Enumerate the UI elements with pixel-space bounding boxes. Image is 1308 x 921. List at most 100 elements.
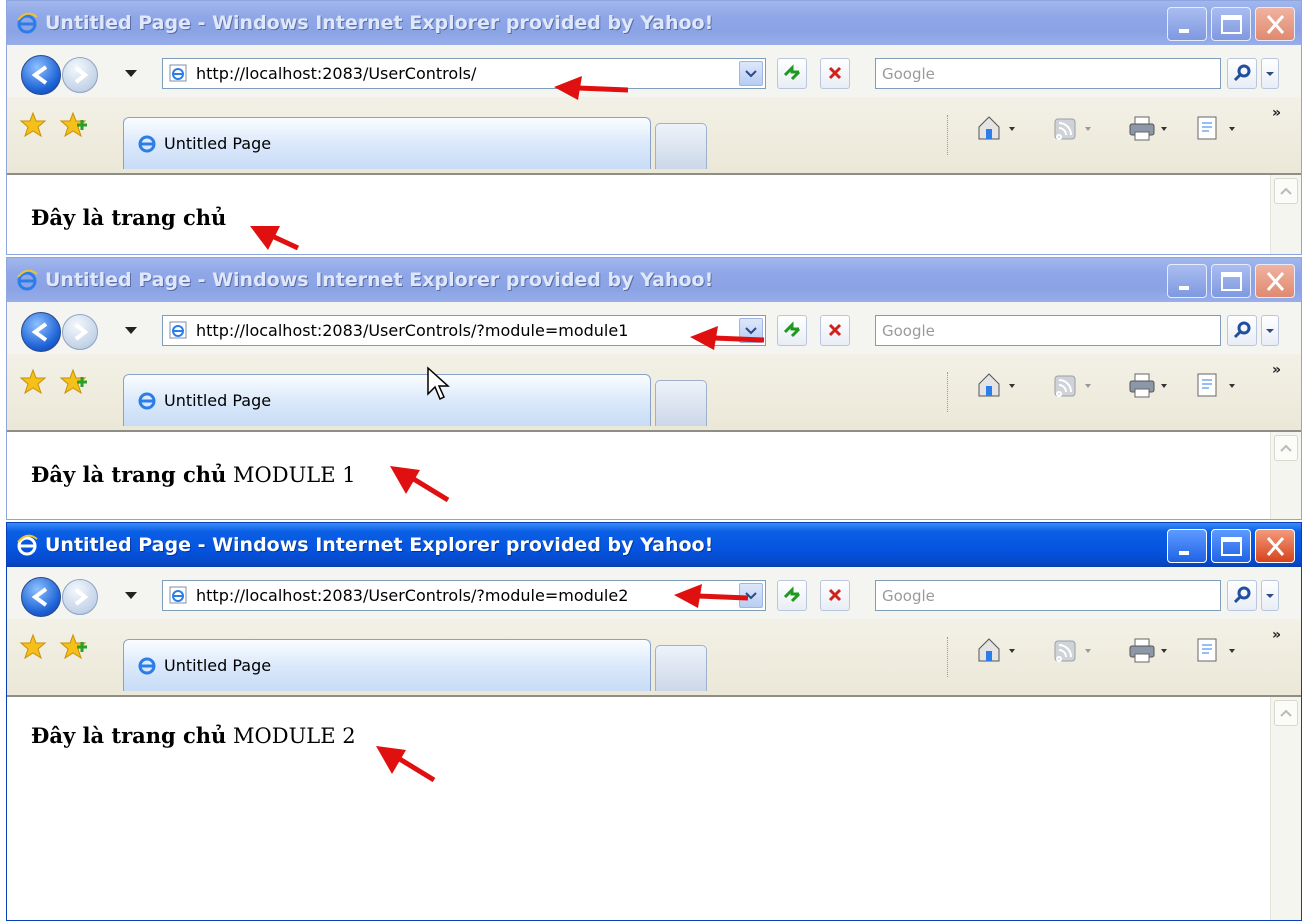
maximize-button[interactable]	[1211, 7, 1251, 41]
minimize-button[interactable]	[1167, 7, 1207, 41]
back-button[interactable]	[21, 55, 61, 95]
page-menu-icon[interactable]	[1193, 113, 1241, 143]
search-icon	[1233, 586, 1251, 604]
navigation-bar: http://localhost:2083/UserControls/?modu…	[7, 567, 1301, 620]
search-options-button[interactable]	[1261, 580, 1279, 611]
maximize-button[interactable]	[1211, 264, 1251, 298]
feeds-icon[interactable]	[1051, 370, 1095, 400]
page-module-text: MODULE 1	[233, 463, 356, 487]
favorites-star-icon[interactable]	[19, 111, 47, 139]
close-button[interactable]	[1255, 529, 1295, 563]
close-button[interactable]	[1255, 7, 1295, 41]
maximize-icon	[1221, 15, 1242, 34]
page-menu-icon[interactable]	[1193, 370, 1241, 400]
page-module-text: MODULE 2	[233, 724, 356, 748]
recent-pages-dropdown[interactable]	[125, 327, 137, 334]
stop-icon	[828, 323, 842, 337]
maximize-button[interactable]	[1211, 529, 1251, 563]
vertical-scrollbar[interactable]	[1270, 432, 1301, 519]
minimize-button[interactable]	[1167, 529, 1207, 563]
tab-untitled-page[interactable]: Untitled Page	[123, 374, 651, 426]
print-icon[interactable]	[1127, 635, 1171, 665]
search-button[interactable]	[1227, 580, 1257, 611]
tab-untitled-page[interactable]: Untitled Page	[123, 639, 651, 691]
ie-window-2: Untitled Page - Windows Internet Explore…	[6, 257, 1302, 520]
address-bar[interactable]: http://localhost:2083/UserControls/?modu…	[162, 315, 766, 346]
forward-button[interactable]	[62, 579, 98, 615]
print-icon[interactable]	[1127, 370, 1171, 400]
minimize-button[interactable]	[1167, 264, 1207, 298]
address-dropdown-button[interactable]	[739, 61, 763, 86]
forward-button[interactable]	[62, 314, 98, 350]
scroll-up-button[interactable]	[1274, 178, 1298, 204]
scroll-up-button[interactable]	[1274, 700, 1298, 726]
vertical-scrollbar[interactable]	[1270, 175, 1301, 254]
recent-pages-dropdown[interactable]	[125, 592, 137, 599]
ie-logo-icon	[17, 12, 38, 34]
new-tab-button[interactable]	[655, 123, 707, 169]
title-bar[interactable]: Untitled Page - Windows Internet Explore…	[7, 523, 1301, 567]
search-button[interactable]	[1227, 58, 1257, 89]
scroll-up-button[interactable]	[1274, 435, 1298, 461]
close-icon	[1266, 272, 1285, 291]
page-content: Đây là trang chủ MODULE 1	[7, 432, 1301, 519]
forward-icon	[74, 323, 89, 341]
new-tab-button[interactable]	[655, 380, 707, 426]
page-menu-icon[interactable]	[1193, 635, 1241, 665]
search-button[interactable]	[1227, 315, 1257, 346]
page-text: Đây là trang chủ MODULE 1	[31, 462, 356, 487]
recent-pages-dropdown[interactable]	[125, 70, 137, 77]
feeds-icon[interactable]	[1051, 113, 1095, 143]
title-bar[interactable]: Untitled Page - Windows Internet Explore…	[7, 1, 1301, 45]
search-options-button[interactable]	[1261, 315, 1279, 346]
toolbar-overflow-button[interactable]: »	[1272, 105, 1281, 121]
chevron-up-icon	[1280, 709, 1292, 717]
refresh-button[interactable]	[777, 580, 807, 611]
toolbar-overflow-button[interactable]: »	[1272, 362, 1281, 378]
ie-logo-icon	[138, 657, 156, 675]
refresh-icon	[783, 586, 801, 603]
home-icon[interactable]	[975, 113, 1019, 143]
refresh-button[interactable]	[777, 58, 807, 89]
stop-button[interactable]	[820, 315, 850, 346]
favorites-star-icon[interactable]	[19, 633, 47, 661]
maximize-icon	[1221, 272, 1242, 291]
stop-button[interactable]	[820, 580, 850, 611]
page-bold-text: Đây là trang chủ	[31, 723, 227, 748]
search-options-button[interactable]	[1261, 58, 1279, 89]
annotation-arrow	[390, 466, 450, 503]
back-icon	[31, 65, 48, 85]
back-button[interactable]	[21, 577, 61, 617]
address-bar[interactable]: http://localhost:2083/UserControls/	[162, 58, 766, 89]
page-bold-text: Đây là trang chủ	[31, 462, 227, 487]
add-favorites-icon[interactable]	[59, 111, 89, 139]
new-tab-button[interactable]	[655, 645, 707, 691]
page-icon	[169, 64, 187, 82]
title-bar[interactable]: Untitled Page - Windows Internet Explore…	[7, 258, 1301, 302]
refresh-button[interactable]	[777, 315, 807, 346]
add-favorites-icon[interactable]	[59, 368, 89, 396]
search-input[interactable]: Google	[875, 315, 1221, 346]
add-favorites-icon[interactable]	[59, 633, 89, 661]
home-icon[interactable]	[975, 370, 1019, 400]
back-button[interactable]	[21, 312, 61, 352]
refresh-icon	[783, 321, 801, 338]
print-icon[interactable]	[1127, 113, 1171, 143]
stop-button[interactable]	[820, 58, 850, 89]
forward-button[interactable]	[62, 57, 98, 93]
home-icon[interactable]	[975, 635, 1019, 665]
tab-untitled-page[interactable]: Untitled Page	[123, 117, 651, 169]
minimize-icon	[1179, 286, 1189, 290]
chevron-down-icon	[1266, 72, 1274, 76]
toolbar-overflow-button[interactable]: »	[1272, 627, 1281, 643]
favorites-star-icon[interactable]	[19, 368, 47, 396]
tab-bar: Untitled Page »	[7, 97, 1301, 175]
back-icon	[31, 587, 48, 607]
vertical-scrollbar[interactable]	[1270, 697, 1301, 920]
search-input[interactable]: Google	[875, 58, 1221, 89]
search-input[interactable]: Google	[875, 580, 1221, 611]
feeds-icon[interactable]	[1051, 635, 1095, 665]
window-title: Untitled Page - Windows Internet Explore…	[45, 12, 714, 34]
close-button[interactable]	[1255, 264, 1295, 298]
search-icon	[1233, 321, 1251, 339]
